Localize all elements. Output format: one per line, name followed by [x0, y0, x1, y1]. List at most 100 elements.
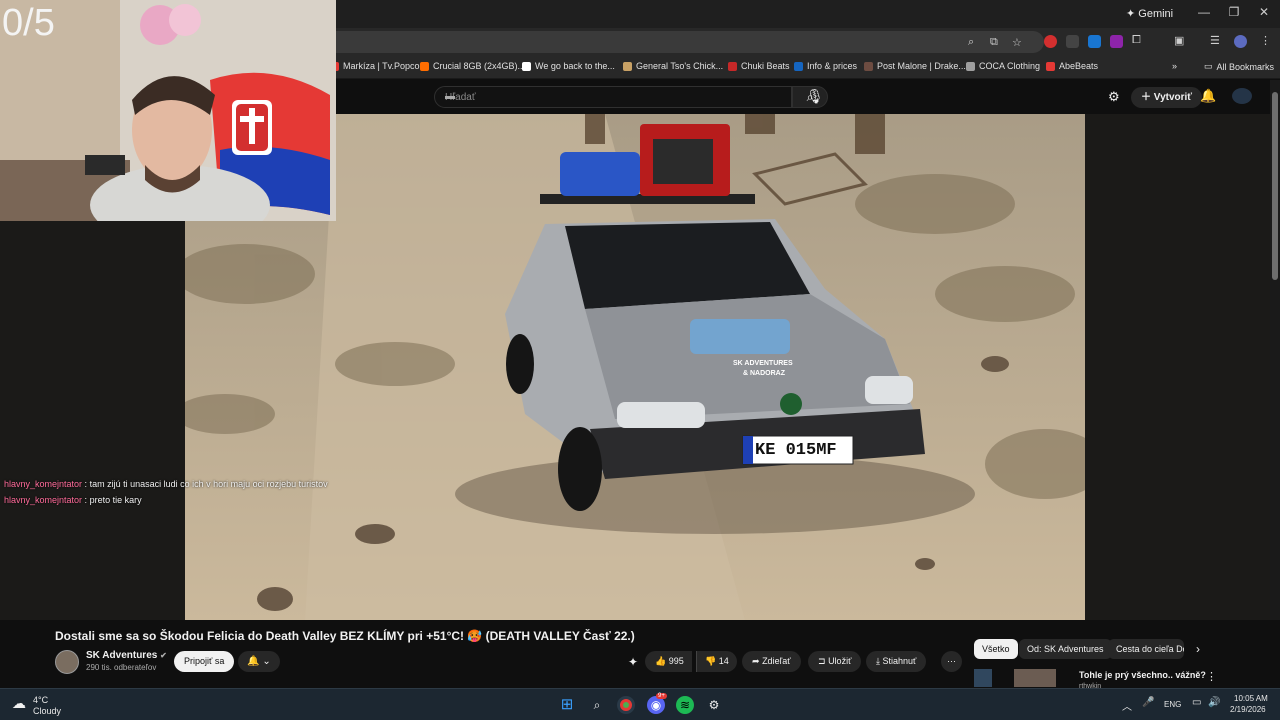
video-title: Dostali sme sa so Škodou Felicia do Deat…: [55, 629, 635, 643]
install-app-icon[interactable]: ⧉: [990, 36, 998, 49]
extension-icon[interactable]: [1088, 35, 1101, 48]
chevron-right-icon[interactable]: ›: [1196, 642, 1200, 656]
tray-overflow-icon[interactable]: ︿: [1122, 698, 1132, 713]
close-icon[interactable]: ✕: [1254, 5, 1274, 19]
bookmark-item[interactable]: Chuki Beats: [728, 61, 790, 71]
clock-date[interactable]: 2/19/2026: [1230, 705, 1266, 714]
subscription-bell-button[interactable]: 🔔 ⌄: [238, 651, 280, 672]
extension-icon[interactable]: [1110, 35, 1123, 48]
share-button[interactable]: ➦ Zdieľať: [742, 651, 801, 672]
chat-text: tam zijú ti unasaci ludi co ich v hori m…: [89, 479, 328, 489]
maximize-icon[interactable]: ❐: [1224, 5, 1244, 19]
bookmark-icon: ⊐: [818, 656, 826, 666]
volume-icon[interactable]: 🔊: [1208, 697, 1220, 708]
channel-name[interactable]: SK Adventures ✔: [86, 650, 167, 661]
youtube-masthead: Hľadať ▬ ⌕ 🎙 ⚙ ＋ Vytvoriť 🔔: [336, 80, 1280, 114]
start-windows-icon[interactable]: ⊞: [558, 696, 576, 714]
bookmarks-bar: Markíza | Tv.Popcor... Crucial 8GB (2x4G…: [330, 55, 1280, 79]
chevron-down-icon: ⌄: [262, 656, 271, 667]
recommended-thumbnail[interactable]: [1014, 669, 1056, 687]
keyboard-icon[interactable]: ▬: [445, 91, 781, 102]
windows-taskbar: ☁ 4°C Cloudy ⊞ ⌕ ◉ 9+ ≋ ⚙ ︿ 🎤 ENG ▭ 🔊 10…: [0, 688, 1280, 720]
bell-icon: 🔔: [247, 656, 260, 667]
channel-avatar[interactable]: [55, 650, 79, 674]
bookmark-item[interactable]: Markíza | Tv.Popcor...: [330, 61, 430, 71]
address-bar[interactable]: ⌕ ⧉ ☆: [336, 31, 1044, 53]
subscriber-count: 290 tis. odberateľov: [86, 663, 157, 672]
search-icon[interactable]: ⌕: [588, 696, 606, 714]
chip-from-channel[interactable]: Od: SK Adventures: [1019, 639, 1112, 659]
verified-icon: ✔: [160, 651, 167, 660]
settings-gear-icon[interactable]: ⚙: [1108, 89, 1120, 105]
more-actions-button[interactable]: ···: [941, 651, 962, 672]
bookmark-item[interactable]: We go back to the...: [522, 61, 615, 71]
player-side-area: [1085, 114, 1270, 620]
join-button[interactable]: Pripojiť sa: [174, 651, 235, 672]
chip-playlist[interactable]: Cesta do cieľa Do: [1108, 639, 1184, 659]
player-side-area: [0, 221, 185, 621]
chat-message: hlavny_komejntator : tam zijú ti unasaci…: [4, 479, 328, 489]
network-icon[interactable]: ▭: [1192, 697, 1201, 708]
bookmark-item[interactable]: COCA Clothing: [966, 61, 1040, 71]
chat-username: hlavny_komejntator: [4, 495, 83, 505]
thumbs-up-icon: 👍: [655, 656, 667, 666]
like-button[interactable]: 👍 995: [645, 651, 692, 672]
weather-condition[interactable]: Cloudy: [33, 706, 61, 716]
gemini-button[interactable]: ✦ Gemini: [1126, 7, 1173, 20]
gemini-spark-icon[interactable]: ✦: [628, 655, 638, 669]
chip-all[interactable]: Všetko: [974, 639, 1018, 659]
scrollbar-thumb[interactable]: [1272, 92, 1278, 280]
weather-temperature[interactable]: 4°C: [33, 695, 48, 705]
clock-time[interactable]: 10:05 AM: [1234, 694, 1268, 703]
zoom-icon[interactable]: ⌕: [968, 36, 974, 49]
extension-icon[interactable]: [1044, 35, 1057, 48]
chat-message: hlavny_komejntator : preto tie kary: [4, 495, 142, 505]
bookmark-star-icon[interactable]: ☆: [1012, 36, 1022, 49]
gemini-label: Gemini: [1138, 8, 1174, 20]
search-input[interactable]: Hľadať ▬: [434, 86, 792, 108]
account-avatar[interactable]: [1232, 88, 1252, 104]
browser-title-bar: ✦ Gemini — ❐ ✕: [336, 0, 1280, 28]
microphone-icon[interactable]: 🎤: [1142, 697, 1154, 708]
address-bar-row: ⌕ ⧉ ☆ ⧠ ▣ ☰ ⋮: [336, 28, 1280, 55]
weather-cloud-icon[interactable]: ☁: [12, 695, 26, 712]
download-button[interactable]: ⤓ Stiahnuť: [866, 651, 927, 672]
bookmark-item[interactable]: AbeBeats: [1046, 61, 1098, 71]
video-info-area: Dostali sme sa so Škodou Felicia do Deat…: [0, 620, 1280, 690]
profile-avatar[interactable]: [1234, 35, 1247, 48]
more-dots-icon: ···: [947, 656, 956, 666]
notifications-bell-icon[interactable]: 🔔: [1200, 88, 1216, 104]
save-button[interactable]: ⊐ Uložiť: [808, 651, 862, 672]
bookmark-item[interactable]: Info & prices: [794, 61, 857, 71]
chat-text: preto tie kary: [89, 495, 142, 505]
extension-icon[interactable]: [1066, 35, 1079, 48]
voice-search-icon[interactable]: 🎙: [806, 88, 824, 105]
all-bookmarks-button[interactable]: ▭ All Bookmarks: [1204, 61, 1274, 72]
recommended-thumbnail[interactable]: [974, 669, 992, 687]
language-indicator[interactable]: ENG: [1164, 700, 1181, 709]
license-plate-text: KE 015MF: [755, 441, 837, 460]
spotify-icon[interactable]: ≋: [676, 696, 694, 714]
recommended-video-title[interactable]: Tohle je prý všechno.. vážně?: [1079, 670, 1206, 680]
bookmark-item[interactable]: General Tso's Chick...: [623, 61, 723, 71]
bookmark-item[interactable]: Post Malone | Drake...: [864, 61, 966, 71]
app-icon[interactable]: ⚙: [705, 696, 723, 714]
hood-sticker-text: SK ADVENTURES: [733, 360, 793, 367]
discord-notification-badge: 9+: [656, 693, 667, 699]
chat-username: hlavny_komejntator: [4, 479, 83, 489]
folder-icon: ▭: [1204, 61, 1213, 71]
dislike-button[interactable]: 👎 14: [696, 651, 737, 672]
more-vertical-icon[interactable]: ⋮: [1206, 670, 1217, 683]
side-panel-icon[interactable]: ▣: [1174, 34, 1184, 47]
create-button[interactable]: ＋ Vytvoriť: [1131, 87, 1203, 108]
reading-list-icon[interactable]: ☰: [1210, 34, 1220, 47]
bookmarks-overflow-icon[interactable]: »: [1172, 61, 1177, 71]
thumbs-down-icon: 👎: [705, 656, 717, 666]
bookmark-item[interactable]: Crucial 8GB (2x4GB)...: [420, 61, 525, 71]
chrome-icon[interactable]: [617, 696, 635, 714]
extensions-puzzle-icon[interactable]: ⧠: [1132, 34, 1141, 47]
hood-sticker-text: & NADORAZ: [743, 370, 785, 377]
menu-dots-icon[interactable]: ⋮: [1260, 34, 1271, 47]
stream-counter: 0/5: [2, 2, 55, 44]
minimize-icon[interactable]: —: [1194, 5, 1214, 19]
